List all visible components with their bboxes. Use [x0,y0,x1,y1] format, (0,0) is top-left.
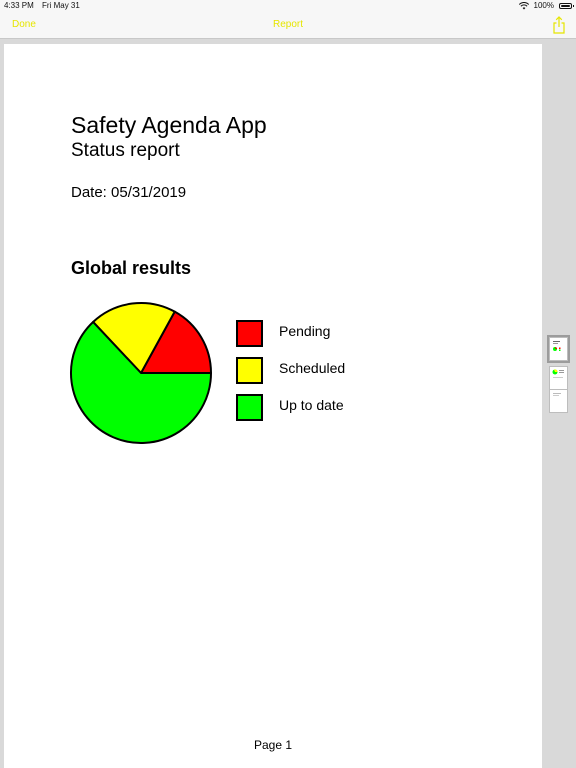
share-icon[interactable] [552,16,566,34]
battery-icon [559,2,574,9]
wifi-icon [518,1,529,9]
status-time: 4:33 PM [4,1,34,10]
legend-item-pending: Pending [236,320,396,350]
thumbnail-preview-3 [553,393,561,396]
document-date: Date: 05/31/2019 [71,184,187,201]
legend-label-up-to-date: Up to date [279,397,344,413]
legend-item-up-to-date: Up to date [236,394,396,424]
page-thumbnail-rail[interactable] [542,40,576,768]
thumbnail-preview-2 [552,369,564,378]
status-right: 100% [518,1,574,10]
page-thumbnail-2[interactable] [549,366,568,390]
legend-swatch-up-to-date [236,394,263,421]
legend-label-pending: Pending [279,323,331,339]
thumbnail-preview-1 [553,341,561,351]
document-subtitle: Status report [71,140,180,161]
pie-chart [70,302,212,444]
page-number: Page 1 [253,738,293,752]
status-left: 4:33 PM Fri May 31 [4,1,86,10]
section-heading: Global results [71,258,192,278]
navigation-bar: Done Report [0,12,576,39]
status-date: Fri May 31 [42,1,80,10]
legend-swatch-scheduled [236,357,263,384]
report-preview-screen: 4:33 PM Fri May 31 100% Done Report Safe… [0,0,576,768]
battery-percentage: 100% [533,1,554,10]
report-page: Safety Agenda App Status report Date: 05… [4,44,542,768]
status-bar: 4:33 PM Fri May 31 100% [0,0,576,12]
page-thumbnail-3[interactable] [549,389,568,413]
page-thumbnail-1[interactable] [547,335,570,363]
legend-item-scheduled: Scheduled [236,357,396,387]
nav-title: Report [272,19,303,30]
legend-swatch-pending [236,320,263,347]
document-title: Safety Agenda App [71,112,267,138]
legend-label-scheduled: Scheduled [279,360,346,376]
